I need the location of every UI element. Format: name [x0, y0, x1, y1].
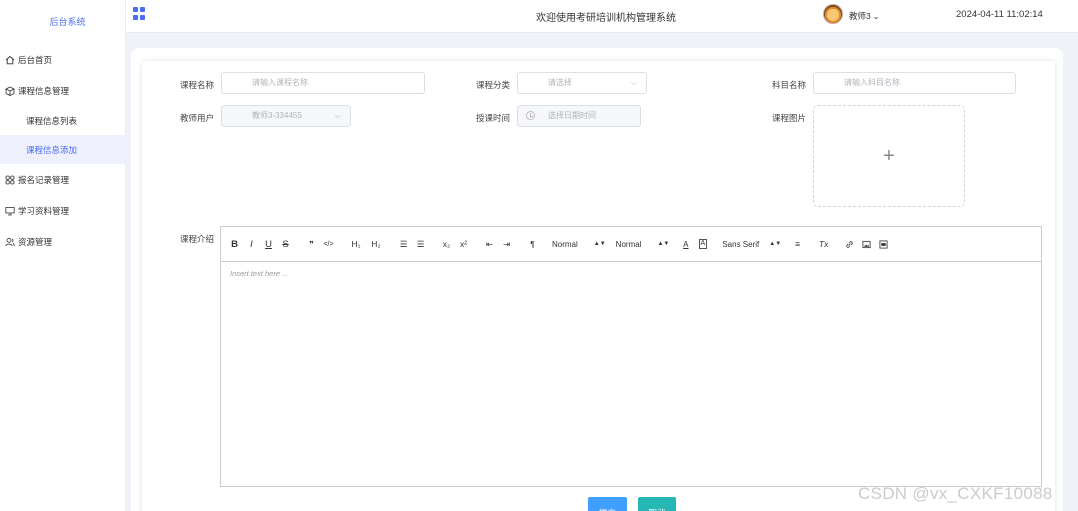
sidebar-item-enrollment[interactable]: 报名记录管理 [0, 164, 125, 195]
superscript-button[interactable]: x² [457, 237, 470, 251]
chevron-down-icon: ⌵ [334, 111, 341, 120]
sidebar: 后台系统 后台首页 课程信息管理 课程信息列表 课程信息添加 报名记录管理 学习… [0, 0, 126, 511]
user-name: 教师3 [849, 11, 871, 21]
h2-button[interactable]: H₂ [368, 237, 384, 251]
clean-format-icon[interactable]: Tx [817, 237, 830, 251]
link-icon[interactable] [843, 237, 856, 251]
box-icon [4, 85, 16, 97]
course-name-label: 课程名称 [179, 80, 214, 90]
picker-placeholder: 选择日期时间 [548, 111, 596, 120]
chevron-down-icon: ⌄ [872, 12, 880, 21]
subject-name-label: 科目名称 [771, 80, 806, 90]
class-time-picker[interactable]: 选择日期时间 [517, 105, 641, 127]
bullet-list-icon[interactable]: ☰ [414, 237, 427, 251]
sidebar-item-course-list[interactable]: 课程信息列表 [0, 106, 125, 135]
ordered-list-icon[interactable]: ☰ [397, 237, 410, 251]
header-picker[interactable]: Normal ▲▼ [616, 240, 670, 249]
font-picker[interactable]: Sans Serif ▲▼ [722, 240, 781, 249]
sidebar-item-label: 学习资料管理 [18, 205, 70, 216]
indent-icon[interactable]: ⇥ [500, 237, 513, 251]
align-icon[interactable]: ≡ [791, 237, 804, 251]
sidebar-item-label: 后台首页 [18, 54, 53, 65]
apps-icon [4, 174, 16, 186]
sidebar-item-label: 课程信息添加 [26, 144, 78, 155]
editor-toolbar: B I U S ❞ </> H₁ H₂ ☰ ☰ x₂ x² ⇤ ⇥ ¶ Norm… [221, 227, 1041, 262]
course-intro-label: 课程介绍 [179, 234, 214, 244]
user-menu[interactable]: 教师3 ⌄ [849, 10, 879, 22]
user-icon [4, 236, 16, 248]
code-icon[interactable]: </> [322, 237, 335, 251]
select-placeholder: 请选择 [548, 78, 572, 87]
subscript-button[interactable]: x₂ [440, 237, 453, 251]
teacher-user-select[interactable]: 教师3-334455 ⌵ [221, 105, 351, 127]
strike-button[interactable]: S [279, 237, 292, 251]
quote-icon[interactable]: ❞ [305, 237, 318, 251]
sidebar-item-home[interactable]: 后台首页 [0, 44, 125, 75]
outdent-icon[interactable]: ⇤ [483, 237, 496, 251]
underline-button[interactable]: U [262, 237, 275, 251]
subject-name-input[interactable]: 请输入科目名称 [813, 72, 1016, 94]
course-name-input[interactable]: 请输入课程名称 [221, 72, 425, 94]
text-color-icon[interactable]: A [679, 237, 692, 251]
submit-button[interactable]: 提交 [588, 497, 627, 511]
sidebar-item-resources[interactable]: 资源管理 [0, 226, 125, 257]
datetime-display: 2024-04-11 11:02:14 [956, 9, 1043, 20]
watermark: CSDN @vx_CXKF10088 [858, 484, 1053, 503]
sidebar-item-course-add[interactable]: 课程信息添加 [0, 135, 125, 164]
monitor-icon [4, 205, 16, 217]
sidebar-item-label: 课程信息列表 [26, 115, 78, 126]
select-value: 教师3-334455 [252, 111, 302, 120]
system-title: 欢迎使用考研培训机构管理系统 [536, 13, 676, 24]
h1-button[interactable]: H₁ [348, 237, 364, 251]
sidebar-item-materials[interactable]: 学习资料管理 [0, 195, 125, 226]
teacher-user-label: 教师用户 [179, 113, 214, 123]
cancel-button[interactable]: 取消 [638, 497, 676, 511]
italic-button[interactable]: I [245, 237, 258, 251]
bold-button[interactable]: B [228, 237, 241, 251]
caret-icon: ▲▼ [657, 241, 670, 247]
avatar[interactable] [823, 4, 843, 24]
clock-icon [526, 111, 535, 120]
rich-text-editor: B I U S ❞ </> H₁ H₂ ☰ ☰ x₂ x² ⇤ ⇥ ¶ Norm… [220, 226, 1042, 487]
home-icon [4, 54, 16, 66]
course-category-label: 课程分类 [475, 80, 510, 90]
background-color-icon[interactable]: A [696, 237, 709, 251]
caret-icon: ▲▼ [769, 241, 782, 247]
sidebar-item-label: 报名记录管理 [18, 174, 70, 185]
video-icon[interactable] [877, 237, 890, 251]
brand-title: 后台系统 [49, 17, 86, 27]
image-upload[interactable]: + [813, 105, 965, 207]
plus-icon: + [883, 144, 895, 167]
size-picker[interactable]: Normal ▲▼ [552, 240, 606, 249]
course-image-label: 课程图片 [771, 113, 806, 123]
sidebar-item-label: 课程信息管理 [18, 85, 70, 96]
sidebar-item-label: 资源管理 [18, 236, 53, 247]
text-direction-icon[interactable]: ¶ [526, 237, 539, 251]
image-icon[interactable] [860, 237, 873, 251]
chevron-down-icon: ⌵ [630, 78, 637, 87]
class-time-label: 授课时间 [475, 113, 510, 123]
editor-content[interactable]: Insert text here ... [221, 262, 1041, 285]
sidebar-item-course-management[interactable]: 课程信息管理 [0, 75, 125, 106]
course-category-select[interactable]: 请选择 ⌵ [517, 72, 647, 94]
menu-grid-icon[interactable] [133, 7, 146, 20]
top-header: 欢迎使用考研培训机构管理系统 教师3 ⌄ 2024-04-11 11:02:14 [126, 0, 1078, 33]
caret-icon: ▲▼ [593, 241, 606, 247]
